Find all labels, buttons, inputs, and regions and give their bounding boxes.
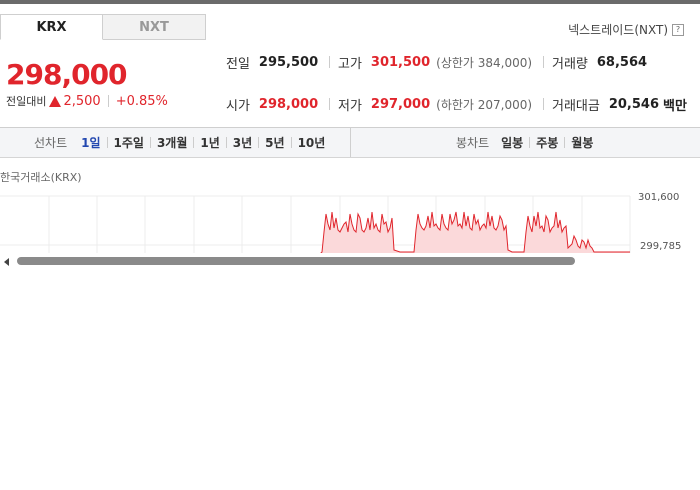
period-divider <box>149 137 151 148</box>
period-divider <box>564 137 566 148</box>
price-change: 전일대비 2,500 +0.85% <box>6 93 168 109</box>
period-daily[interactable]: 일봉 <box>501 134 523 151</box>
stat-amount: 거래대금 20,546 백만 <box>552 95 687 114</box>
period-3m[interactable]: 3개월 <box>157 134 187 151</box>
stat-high-label: 고가 <box>338 56 362 72</box>
period-1w[interactable]: 1주일 <box>114 134 144 151</box>
stat-upper-limit: (상한가 384,000) <box>436 55 533 70</box>
scroll-left-arrow-icon[interactable] <box>4 258 9 266</box>
stat-amount-value: 20,546 <box>608 96 660 112</box>
stat-open: 시가 298,000 <box>226 95 321 114</box>
stat-low: 저가 297,000 (하한가 207,000) <box>338 95 535 114</box>
stat-prev-label: 전일 <box>226 56 250 72</box>
chart-control-bar: 선차트 1일 1주일 3개월 1년 3년 5년 10년 봉차트 일봉 주봉 월봉 <box>0 128 700 158</box>
period-divider <box>225 137 227 148</box>
stats-row-2: 시가 298,000 저가 297,000 (하한가 207,000) 거래대금… <box>226 90 687 118</box>
period-divider <box>106 137 108 148</box>
stat-prev-value: 295,500 <box>258 54 319 70</box>
period-1y[interactable]: 1년 <box>200 134 219 151</box>
stat-amount-label: 거래대금 <box>552 98 600 114</box>
price-chart: 301,600 299,785 <box>0 192 681 254</box>
stat-divider <box>329 56 330 68</box>
nxt-link-label: 넥스트레이드(NXT) <box>568 23 668 37</box>
chart-source: 한국거래소(KRX) <box>0 171 82 184</box>
stat-amount-unit: 백만 <box>663 98 687 114</box>
tab-nxt[interactable]: NXT <box>103 14 206 40</box>
period-1d[interactable]: 1일 <box>81 134 100 151</box>
change-label: 전일대비 <box>6 95 47 108</box>
question-icon[interactable]: ? <box>672 23 684 36</box>
control-divider <box>350 128 351 157</box>
y-label-top: 301,600 <box>638 192 679 203</box>
stat-high: 고가 301,500 (상한가 384,000) <box>338 53 535 72</box>
period-divider <box>193 137 195 148</box>
tab-krx[interactable]: KRX <box>0 14 103 40</box>
line-chart-controls: 선차트 1일 1주일 3개월 1년 3년 5년 10년 <box>34 128 325 157</box>
stat-low-value: 297,000 <box>370 96 431 112</box>
stat-volume: 거래량 68,564 <box>552 53 647 72</box>
stat-volume-label: 거래량 <box>552 56 588 72</box>
period-monthly[interactable]: 월봉 <box>571 134 593 151</box>
change-divider <box>107 95 109 107</box>
stat-divider <box>329 98 330 110</box>
up-triangle-icon <box>49 95 62 107</box>
y-label-mid: 299,785 <box>640 241 681 252</box>
period-10y[interactable]: 10년 <box>298 134 326 151</box>
period-3y[interactable]: 3년 <box>233 134 252 151</box>
current-price: 298,000 <box>6 58 128 91</box>
exchange-tabs: KRX NXT <box>0 14 206 42</box>
period-weekly[interactable]: 주봉 <box>536 134 558 151</box>
candle-chart-controls: 봉차트 일봉 주봉 월봉 <box>456 128 593 157</box>
stats-row-1: 전일 295,500 고가 301,500 (상한가 384,000) 거래량 … <box>226 48 647 76</box>
line-chart-title: 선차트 <box>34 136 68 150</box>
change-percent: +0.85% <box>115 93 168 109</box>
stat-high-value: 301,500 <box>370 54 431 70</box>
candle-chart-title: 봉차트 <box>456 136 490 150</box>
stat-volume-value: 68,564 <box>596 54 648 70</box>
stat-low-label: 저가 <box>338 98 362 114</box>
period-divider <box>290 137 292 148</box>
scroll-thumb[interactable] <box>17 257 575 265</box>
stat-open-label: 시가 <box>226 98 250 114</box>
stat-divider <box>543 98 544 110</box>
nxt-link[interactable]: 넥스트레이드(NXT) ? <box>568 21 684 38</box>
stat-lower-limit: (하한가 207,000) <box>436 97 533 112</box>
top-border <box>0 0 700 4</box>
change-amount: 2,500 <box>63 93 101 109</box>
stat-divider <box>543 56 544 68</box>
period-divider <box>529 137 531 148</box>
period-5y[interactable]: 5년 <box>265 134 284 151</box>
stat-prev: 전일 295,500 <box>226 53 321 72</box>
period-divider <box>258 137 260 148</box>
stat-open-value: 298,000 <box>258 96 319 112</box>
